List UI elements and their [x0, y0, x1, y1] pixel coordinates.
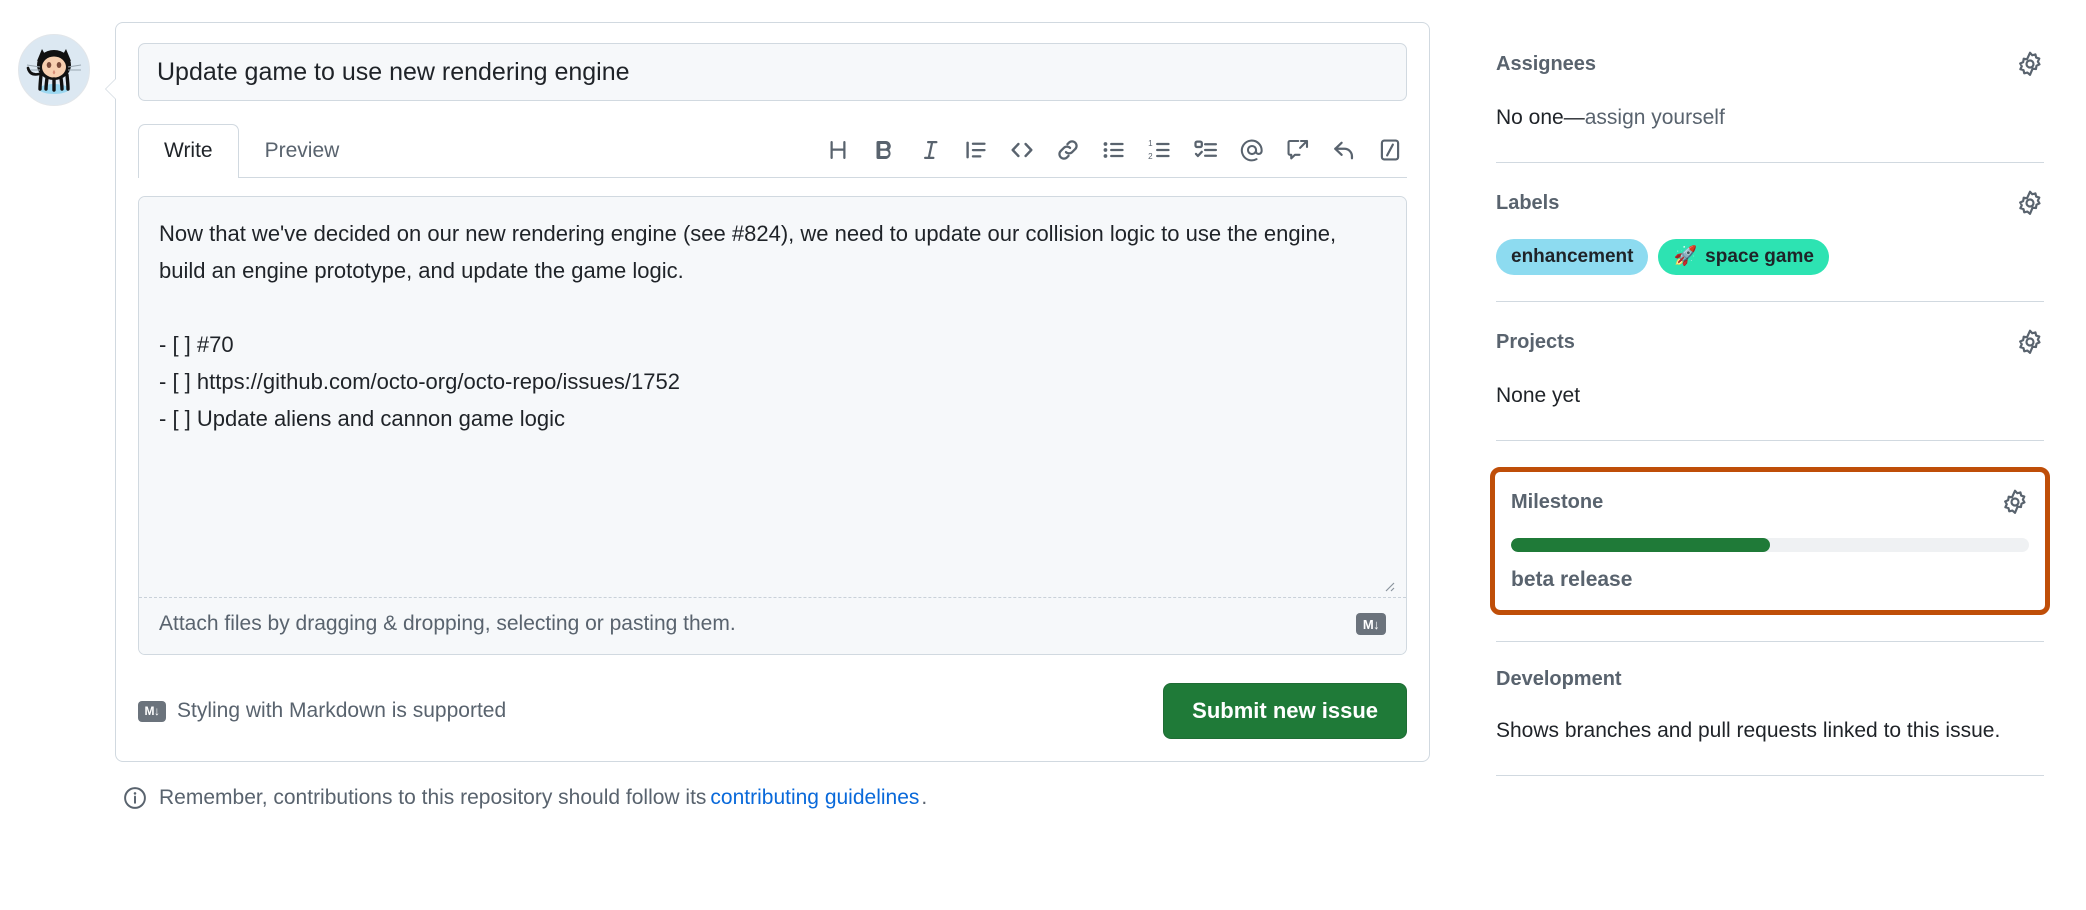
label-enhancement[interactable]: enhancement	[1496, 239, 1648, 275]
issue-title-input[interactable]	[138, 43, 1407, 101]
issue-body-textarea[interactable]: Now that we've decided on our new render…	[139, 197, 1406, 597]
assignees-title: Assignees	[1496, 53, 1596, 76]
markdown-support-label: Styling with Markdown is supported	[177, 699, 506, 723]
sidebar-section-milestone: Milestone beta release	[1490, 467, 2050, 615]
sidebar-section-assignees: Assignees No one—assign yourself	[1490, 50, 2050, 136]
milestone-title: Milestone	[1511, 491, 1603, 514]
label-space-game[interactable]: 🚀 space game	[1658, 239, 1828, 275]
sidebar-section-projects: Projects None yet	[1490, 328, 2050, 414]
editor-tabbar: Write Preview	[138, 125, 1407, 178]
unordered-list-icon[interactable]	[1097, 133, 1131, 167]
contributing-guidelines-link[interactable]: contributing guidelines	[710, 786, 919, 810]
label-enhancement-text: enhancement	[1511, 245, 1633, 269]
labels-header: Labels	[1496, 189, 2044, 217]
sidebar-divider-3	[1496, 440, 2044, 441]
reference-icon[interactable]	[1281, 133, 1315, 167]
resize-grip-icon	[1380, 577, 1396, 593]
sidebar-divider-5	[1496, 775, 2044, 776]
markdown-support-note[interactable]: M↓ Styling with Markdown is supported	[138, 699, 506, 723]
development-description: Shows branches and pull requests linked …	[1496, 713, 2044, 749]
comment-editor: Now that we've decided on our new render…	[138, 196, 1407, 655]
comment-box: Write Preview	[115, 22, 1430, 762]
assignees-none-label: No one—	[1496, 106, 1585, 129]
new-issue-page: Write Preview	[0, 0, 2086, 910]
guidelines-text: Remember, contributions to this reposito…	[159, 786, 706, 810]
projects-title: Projects	[1496, 331, 1575, 354]
guidelines-period: .	[921, 786, 927, 810]
quote-icon[interactable]	[959, 133, 993, 167]
rocket-icon: 🚀	[1673, 245, 1697, 269]
milestone-header: Milestone	[1511, 488, 2029, 516]
issue-form-column: Write Preview	[100, 22, 1430, 910]
svg-text:2: 2	[1148, 152, 1153, 161]
tab-write[interactable]: Write	[138, 124, 239, 178]
projects-body: None yet	[1496, 378, 2044, 414]
tab-preview[interactable]: Preview	[239, 124, 366, 177]
sidebar-divider-2	[1496, 301, 2044, 302]
development-title: Development	[1496, 668, 1622, 691]
comment-box-footer: M↓ Styling with Markdown is supported Su…	[138, 683, 1407, 739]
code-icon[interactable]	[1005, 133, 1039, 167]
heading-icon[interactable]	[821, 133, 855, 167]
attach-files-hint: Attach files by dragging & dropping, sel…	[159, 612, 736, 636]
sidebar-divider-1	[1496, 162, 2044, 163]
attach-files-row[interactable]: Attach files by dragging & dropping, sel…	[139, 598, 1406, 654]
contributing-guidelines-row: Remember, contributions to this reposito…	[115, 786, 1430, 810]
avatar-column	[18, 22, 100, 910]
slash-command-icon[interactable]	[1373, 133, 1407, 167]
issue-sidebar: Assignees No one—assign yourself Labels	[1490, 22, 2050, 910]
info-icon	[123, 786, 147, 810]
sidebar-section-labels: Labels enhancement 🚀 space game	[1490, 189, 2050, 275]
link-icon[interactable]	[1051, 133, 1085, 167]
assignees-body: No one—assign yourself	[1496, 100, 2044, 136]
ordered-list-icon[interactable]: 1 2	[1143, 133, 1177, 167]
markdown-badge-icon[interactable]: M↓	[1356, 613, 1386, 635]
italic-icon[interactable]	[913, 133, 947, 167]
label-space-game-text: space game	[1705, 245, 1814, 269]
sidebar-divider-4	[1496, 641, 2044, 642]
assign-yourself-link[interactable]: assign yourself	[1585, 106, 1725, 129]
milestone-progress-bar	[1511, 538, 2029, 552]
labels-title: Labels	[1496, 192, 1559, 215]
callout-notch-fill-icon	[106, 78, 117, 100]
markdown-badge-small-icon: M↓	[138, 701, 166, 722]
gear-icon[interactable]	[2016, 189, 2044, 217]
svg-text:1: 1	[1148, 139, 1153, 148]
assignees-header: Assignees	[1496, 50, 2044, 78]
milestone-progress-fill	[1511, 538, 1770, 552]
gear-icon[interactable]	[2016, 50, 2044, 78]
submit-new-issue-button[interactable]: Submit new issue	[1163, 683, 1407, 739]
octocat-avatar-icon	[25, 41, 83, 99]
labels-list: enhancement 🚀 space game	[1496, 239, 2044, 275]
avatar[interactable]	[18, 34, 90, 106]
mention-icon[interactable]	[1235, 133, 1269, 167]
bold-icon[interactable]	[867, 133, 901, 167]
sidebar-section-development: Development Shows branches and pull requ…	[1490, 668, 2050, 749]
gear-icon[interactable]	[2001, 488, 2029, 516]
projects-header: Projects	[1496, 328, 2044, 356]
milestone-name[interactable]: beta release	[1511, 568, 2029, 592]
markdown-toolbar: 1 2	[821, 133, 1407, 177]
reply-icon[interactable]	[1327, 133, 1361, 167]
task-list-icon[interactable]	[1189, 133, 1223, 167]
gear-icon[interactable]	[2016, 328, 2044, 356]
development-header: Development	[1496, 668, 2044, 691]
